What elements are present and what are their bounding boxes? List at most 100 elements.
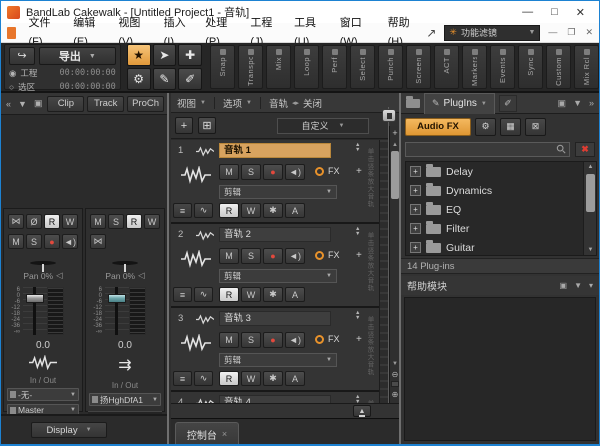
module-act[interactable]: ACT (434, 45, 459, 89)
scroll-up-icon[interactable]: ▲ (584, 164, 597, 170)
export-project-radio-row[interactable]: ◉ 工程 00:00:00:00 (9, 67, 116, 79)
expand-plus-icon[interactable]: + (410, 166, 421, 177)
notes-tab-icon[interactable]: ✐ (499, 95, 517, 112)
export-button[interactable]: 导出 ▼ (39, 47, 116, 65)
offset-mode-button[interactable]: ✱ (263, 203, 283, 218)
module-transport[interactable]: Transport (238, 45, 263, 89)
expand-plus-icon[interactable]: + (410, 185, 421, 196)
track-row-4[interactable]: 4 音轨 4 ▲▼ M S ● ◄) FX + 单击竖条放大音轨 (171, 392, 379, 403)
draw-tool-button[interactable]: ✎ (153, 68, 177, 90)
read-automation-button[interactable]: R (219, 371, 239, 386)
fx-power-icon[interactable] (315, 167, 324, 176)
tree-folder-filter[interactable]: + Filter (406, 219, 596, 238)
solo-button[interactable]: S (241, 248, 261, 264)
expand-collapse-icon[interactable]: ▲▼ (355, 395, 360, 403)
input-echo-button[interactable]: ◄) (285, 332, 305, 348)
solo-button[interactable]: S (241, 332, 261, 348)
insert-fx-button[interactable]: + (356, 166, 362, 177)
module-screen[interactable]: Screen (406, 45, 431, 89)
insert-fx-button[interactable]: + (356, 334, 362, 345)
maximize-button[interactable]: □ (551, 6, 558, 19)
read-automation-button[interactable]: R (126, 214, 142, 229)
scrollbar-thumb[interactable] (586, 174, 595, 212)
export-icon-button[interactable]: ↪ (9, 47, 35, 65)
volume-fader[interactable]: 60 -6-12 -18-24 -36-∞ (88, 287, 162, 335)
collapse-icon[interactable]: « (4, 99, 13, 109)
tree-folder-delay[interactable]: + Delay (406, 162, 596, 181)
record-arm-button[interactable]: ● (263, 332, 283, 348)
instrument-rack-icon-button[interactable]: ▦ (500, 118, 521, 136)
minimize-button[interactable]: — (522, 6, 533, 19)
tracks-tab[interactable]: 音轨 (269, 96, 288, 110)
scroll-down-icon[interactable]: ▼ (584, 247, 597, 253)
options-menu[interactable]: 选项 (223, 96, 242, 110)
tab-plugins[interactable]: ✎ PlugIns ▼ (424, 93, 495, 114)
fx-bin[interactable]: FX (315, 166, 340, 176)
offset-mode-button[interactable]: ✱ (263, 287, 283, 302)
mdi-close-button[interactable]: ✕ (585, 27, 593, 38)
interleave-button[interactable]: ⋈ (8, 214, 24, 229)
move-tool-button[interactable]: ✚ (178, 44, 202, 66)
fx-power-icon[interactable] (315, 251, 324, 260)
record-arm-button[interactable]: ● (263, 248, 283, 264)
edit-tool-button[interactable]: ⚙ (127, 68, 151, 90)
collapse-pane-button[interactable]: ▲ (353, 405, 371, 417)
write-automation-button[interactable]: W (241, 287, 261, 302)
float-icon[interactable]: ▣ (558, 98, 567, 109)
mute-button[interactable]: M (219, 248, 239, 264)
record-arm-button[interactable]: ● (44, 234, 60, 249)
chevron-down-icon[interactable]: ▼ (16, 99, 29, 109)
pan-mini-icon[interactable]: ≡ (173, 371, 192, 386)
smart-tool-button[interactable]: ★ (127, 44, 151, 66)
pan-knob[interactable] (112, 261, 138, 265)
add-track-button[interactable]: + (175, 117, 193, 134)
solo-button[interactable]: S (241, 164, 261, 180)
module-perf[interactable]: Perf (322, 45, 347, 89)
archive-button[interactable]: A (285, 371, 305, 386)
mdi-restore-button[interactable]: ❐ (567, 27, 575, 38)
offset-mode-button[interactable]: ✱ (263, 371, 283, 386)
erase-tool-button[interactable]: ✐ (178, 68, 202, 90)
profx-icon-button[interactable]: ⚙ (475, 118, 496, 136)
expand-collapse-icon[interactable]: ▲▼ (355, 143, 360, 153)
track-name-field[interactable]: 音轨 3 (219, 311, 331, 326)
tab-clip[interactable]: Clip (47, 96, 84, 112)
tree-folder-dynamics[interactable]: + Dynamics (406, 181, 596, 200)
close-button[interactable]: ✕ (576, 6, 585, 19)
read-automation-button[interactable]: R (219, 203, 239, 218)
track-row-2[interactable]: 2 音轨 2 ▲▼ M S ● ◄) FX + 剪辑▼ ≡ ∿ R W ✱ A … (171, 224, 379, 308)
close-view-button[interactable]: 关闭 (303, 96, 322, 110)
write-automation-button[interactable]: W (241, 203, 261, 218)
write-automation-button[interactable]: W (144, 214, 160, 229)
read-automation-button[interactable]: R (44, 214, 60, 229)
edit-filter-dropdown[interactable]: 剪辑▼ (219, 185, 337, 199)
edit-filter-dropdown[interactable]: 剪辑▼ (219, 353, 337, 367)
automation-mini-icon[interactable]: ∿ (194, 371, 213, 386)
module-punch[interactable]: Punch (378, 45, 403, 89)
mute-button[interactable]: M (8, 234, 24, 249)
fx-power-icon[interactable] (315, 335, 324, 344)
display-dropdown[interactable]: Display ▼ (31, 422, 107, 438)
output-dropdown[interactable]: 扬HghDfA1 ▼ (89, 393, 161, 406)
automation-mini-icon[interactable]: ∿ (194, 203, 213, 218)
expand-collapse-icon[interactable]: ▲▼ (355, 227, 360, 237)
close-icon[interactable]: × (222, 429, 227, 439)
module-events[interactable]: Events (490, 45, 515, 89)
search-input[interactable] (409, 144, 556, 154)
fader-rail[interactable] (23, 287, 47, 335)
module-markers[interactable]: Markers (462, 45, 487, 89)
audio-fx-button[interactable]: Audio FX (405, 118, 471, 136)
tree-folder-guitar[interactable]: + Guitar (406, 238, 596, 256)
track-resize-strip[interactable]: 单击竖条放大音轨 (364, 148, 374, 218)
view-menu[interactable]: 视图 (177, 96, 196, 110)
track-name-field[interactable]: 音轨 4 (219, 395, 331, 403)
input-echo-button[interactable]: ◄) (285, 164, 305, 180)
insert-fx-button[interactable]: + (356, 250, 362, 261)
scrollbar-thumb[interactable] (391, 151, 399, 199)
pan-mini-icon[interactable]: ≡ (173, 203, 192, 218)
mdi-minimize-button[interactable]: — (548, 27, 557, 38)
zoom-slider[interactable] (391, 381, 399, 387)
preset-dropdown[interactable]: 自定义 ▼ (277, 118, 369, 134)
module-mix-recall[interactable]: Mix Rcl (574, 45, 599, 89)
mute-button[interactable]: M (90, 214, 106, 229)
